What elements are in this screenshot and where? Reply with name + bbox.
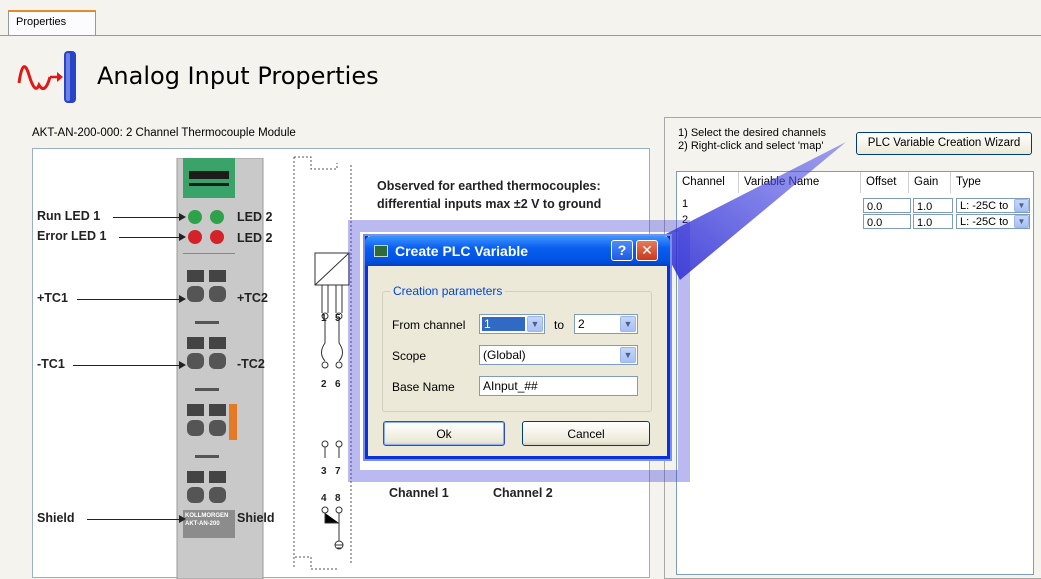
base-name-input[interactable]: AInput_## xyxy=(479,376,638,396)
help-icon[interactable]: ? xyxy=(611,240,633,261)
cell-gain[interactable]: 1.0 xyxy=(913,214,953,229)
device-model-text: AKT-AN-200 xyxy=(185,521,220,527)
from-channel-select[interactable]: 1 ▼ xyxy=(479,314,545,334)
cell-type-value: L: -25C to xyxy=(960,200,1009,212)
plc-variable-wizard-button[interactable]: PLC Variable Creation Wizard xyxy=(856,132,1032,155)
module-caption: AKT-AN-200-000: 2 Channel Thermocouple M… xyxy=(32,127,296,139)
cell-offset[interactable]: 0.0 xyxy=(863,214,911,229)
label-run-led-1: Run LED 1 xyxy=(37,209,101,223)
scope-select[interactable]: (Global) ▼ xyxy=(479,345,638,365)
tab-divider xyxy=(0,35,1041,36)
label-tc2-plus: +TC2 xyxy=(237,291,268,305)
dialog-title: Create PLC Variable xyxy=(395,243,529,259)
device-brand-text: KOLLMORGEN xyxy=(185,513,229,519)
cell-type-value: L: -25C to xyxy=(960,216,1009,228)
chevron-down-icon[interactable]: ▼ xyxy=(1014,215,1029,228)
column-header-type[interactable]: Type xyxy=(951,172,1033,193)
chevron-down-icon[interactable]: ▼ xyxy=(1014,199,1029,212)
cell-gain[interactable]: 1.0 xyxy=(913,198,953,213)
chevron-down-icon[interactable]: ▼ xyxy=(620,316,636,332)
label-led-2-a: LED 2 xyxy=(237,210,273,224)
label-shield-right: Shield xyxy=(237,511,275,525)
label-tc2-minus: -TC2 xyxy=(237,357,265,371)
terminal-number: 3 xyxy=(321,466,327,477)
label-tc1-plus: +TC1 xyxy=(37,291,68,305)
chevron-down-icon[interactable]: ▼ xyxy=(527,316,543,332)
cell-type-select[interactable]: L: -25C to ▼ xyxy=(956,198,1030,213)
close-icon[interactable]: ✕ xyxy=(636,240,658,261)
base-name-label: Base Name xyxy=(392,380,455,394)
analog-signal-icon xyxy=(17,51,76,103)
cancel-button[interactable]: Cancel xyxy=(522,421,650,446)
to-label: to xyxy=(554,318,565,332)
label-led-2-b: LED 2 xyxy=(237,231,273,245)
group-label: Creation parameters xyxy=(390,284,506,298)
tab-bar xyxy=(0,0,1041,36)
page-title: Analog Input Properties xyxy=(97,62,379,90)
app-icon xyxy=(374,245,388,257)
from-channel-label: From channel xyxy=(392,318,466,332)
to-channel-select[interactable]: 2 ▼ xyxy=(574,314,638,334)
tab-properties[interactable]: Properties xyxy=(8,10,96,35)
chevron-down-icon[interactable]: ▼ xyxy=(620,347,636,363)
dialog-titlebar[interactable]: Create PLC Variable ? ✕ xyxy=(365,236,670,266)
scope-label: Scope xyxy=(392,349,427,363)
terminal-number: 2 xyxy=(321,379,327,390)
column-header-gain[interactable]: Gain xyxy=(909,172,951,193)
ok-button[interactable]: Ok xyxy=(383,421,505,446)
from-channel-value: 1 xyxy=(482,317,525,331)
terminal-number: 1 xyxy=(321,313,327,324)
column-header-offset[interactable]: Offset xyxy=(861,172,909,193)
cell-offset[interactable]: 0.0 xyxy=(863,198,911,213)
cell-type-select[interactable]: L: -25C to ▼ xyxy=(956,214,1030,229)
create-plc-variable-dialog: Create PLC Variable ? ✕ Creation paramet… xyxy=(365,236,670,459)
scope-value: (Global) xyxy=(483,348,526,362)
terminal-number: 4 xyxy=(321,493,327,504)
ground-icon xyxy=(334,540,344,550)
to-channel-value: 2 xyxy=(578,317,585,331)
label-shield-left: Shield xyxy=(37,511,75,525)
label-error-led-1: Error LED 1 xyxy=(37,229,107,243)
label-tc1-minus: -TC1 xyxy=(37,357,65,371)
